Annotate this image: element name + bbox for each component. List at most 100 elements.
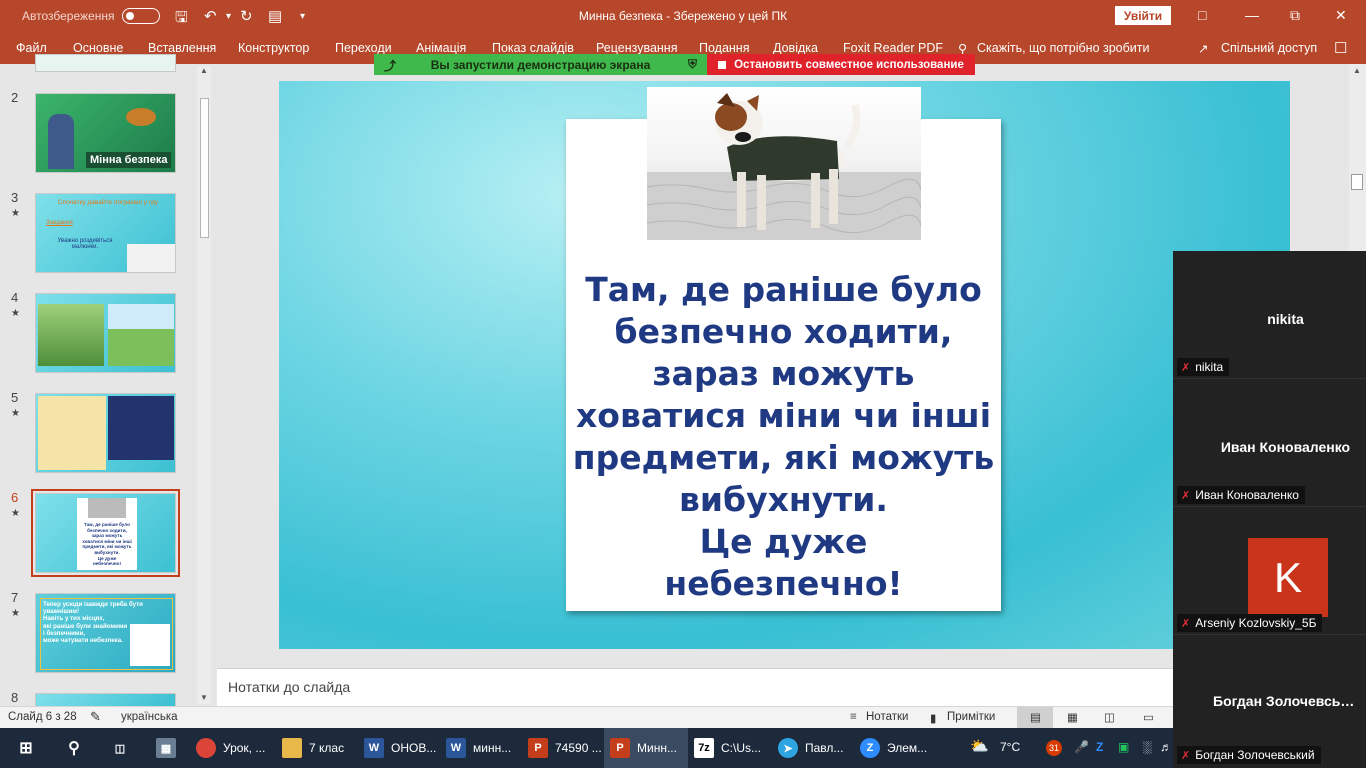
network-icon[interactable]: ░ — [1143, 740, 1152, 754]
slide-text-line: зараз можуть — [652, 354, 915, 393]
taskbar-powerpoint-2[interactable]: P Минн... — [604, 728, 688, 768]
slide-thumbnail-3[interactable]: Спочатку давайте пограємо у гру Завдання… — [35, 193, 176, 273]
taskbar-chrome[interactable]: Урок, ... — [190, 728, 271, 768]
slide-body-text[interactable]: Там, де раніше було безпечно ходити, зар… — [566, 269, 1001, 605]
tab-review[interactable]: Рецензування — [596, 41, 677, 55]
animation-star-icon: ★ — [11, 308, 20, 319]
scrollbar-thumb[interactable] — [200, 98, 209, 238]
maximize-icon[interactable]: ⧉ — [1290, 7, 1300, 24]
tab-view[interactable]: Подання — [699, 41, 749, 55]
participant-label: ✗ Arseniy Kozlovskiy_5Б — [1177, 614, 1323, 632]
taskbar-7zip[interactable]: 7z C:\Us... — [688, 728, 767, 768]
calculator-icon: ▦ — [156, 738, 176, 758]
thumbnail-caption: Мінна безпека — [86, 152, 172, 168]
comments-toggle[interactable]: Примітки — [947, 711, 995, 723]
chevron-down-icon[interactable]: ▾ — [226, 11, 231, 22]
tell-me-search[interactable]: Скажіть, що потрібно зробити — [977, 41, 1150, 55]
powerpoint-icon: P — [610, 738, 630, 758]
tab-transitions[interactable]: Переходи — [335, 41, 392, 55]
temperature[interactable]: 7°C — [1000, 740, 1020, 754]
app-tray-icon[interactable]: ▣ — [1118, 740, 1129, 754]
redo-icon[interactable]: ↻ — [240, 7, 253, 25]
zoom-tray-icon[interactable]: Z — [1096, 740, 1103, 754]
language-indicator[interactable]: українська — [121, 711, 178, 723]
minimize-icon[interactable]: — — [1245, 7, 1259, 23]
slide-thumbnail-7[interactable]: Тепер усюди ізавжди треба бути уважнішим… — [35, 593, 176, 673]
slide-counter: Слайд 6 з 28 — [8, 711, 77, 723]
notes-placeholder: Нотатки до слайда — [228, 679, 351, 695]
windows-icon: ⊞ — [19, 740, 33, 757]
undo-icon[interactable]: ↶ — [204, 7, 217, 25]
slide-thumbnail-4[interactable] — [35, 293, 176, 373]
volume-icon[interactable]: ♬ — [1160, 740, 1172, 754]
customize-toolbar-icon[interactable]: ▾ — [300, 11, 305, 22]
tab-insert[interactable]: Вставлення — [148, 41, 216, 55]
slide-canvas[interactable]: Там, де раніше було безпечно ходити, зар… — [279, 81, 1290, 649]
slide-thumbnail-1[interactable] — [35, 54, 176, 72]
scrollbar-thumb[interactable] — [1351, 174, 1363, 190]
scroll-up-icon[interactable]: ▲ — [200, 66, 208, 75]
thumbnail-scrollbar[interactable]: ▲ ▼ — [197, 66, 211, 704]
tab-animations[interactable]: Анімація — [416, 41, 466, 55]
taskbar-word-1[interactable]: W ОНОВ... — [358, 728, 442, 768]
thumbnail-number: 5 — [11, 390, 19, 405]
participant-tile[interactable]: nikita ✗ nikita — [1173, 251, 1366, 379]
participant-name: Богдан Золочевський — [1213, 693, 1365, 709]
taskbar-zoom[interactable]: Z Элем... — [854, 728, 933, 768]
comment-icon[interactable]: ▮ — [930, 711, 936, 725]
start-button[interactable]: ⊞ — [10, 728, 42, 768]
tab-home[interactable]: Основне — [73, 41, 123, 55]
tab-foxit[interactable]: Foxit Reader PDF — [843, 41, 943, 55]
slide-sorter-icon[interactable]: ▦ — [1067, 710, 1078, 724]
stop-sharing-button[interactable]: Остановить совместное использование — [707, 54, 975, 75]
ribbon-options-icon[interactable]: □ — [1198, 7, 1206, 23]
signin-button[interactable]: Увійти — [1115, 6, 1171, 25]
microphone-icon[interactable]: 🎤 — [1074, 740, 1089, 754]
scroll-up-icon[interactable]: ▲ — [1353, 66, 1361, 75]
pin-icon[interactable]: ⤴ — [384, 57, 396, 74]
close-icon[interactable]: ✕ — [1335, 7, 1347, 24]
stop-icon — [718, 60, 727, 69]
tab-slideshow[interactable]: Показ слайдів — [492, 41, 574, 55]
taskbar-word-2[interactable]: Wминн... — [440, 728, 517, 768]
slideshow-icon[interactable]: ▤ — [268, 7, 282, 25]
taskbar-folder[interactable]: 7 клас — [276, 728, 350, 768]
spellcheck-icon[interactable]: ✎ — [90, 709, 101, 725]
participant-tile[interactable]: K ✗ Arseniy Kozlovskiy_5Б — [1173, 507, 1366, 635]
participant-tile[interactable]: Иван Коноваленко ✗ Иван Коноваленко — [1173, 379, 1366, 507]
taskbar-telegram[interactable]: ➤ Павл... — [772, 728, 849, 768]
tab-design[interactable]: Конструктор — [238, 41, 309, 55]
taskbar-powerpoint-1[interactable]: P 74590 ... — [522, 728, 608, 768]
notes-icon[interactable]: ≡ — [850, 711, 857, 723]
search-button[interactable]: ⚲ — [58, 728, 90, 768]
reading-view-icon[interactable]: ◫ — [1104, 710, 1115, 724]
slideshow-view-icon[interactable]: ▭ — [1143, 710, 1154, 724]
autosave-toggle[interactable] — [122, 8, 160, 24]
slide-thumbnail-8[interactable] — [35, 693, 176, 707]
tab-help[interactable]: Довідка — [773, 41, 818, 55]
comment-icon[interactable]: ☐ — [1334, 39, 1347, 57]
tab-file[interactable]: Файл — [16, 41, 47, 55]
slide-thumbnail-5[interactable] — [35, 393, 176, 473]
slide-thumbnail-2[interactable]: Мінна безпека — [35, 93, 176, 173]
mine-illustration — [126, 108, 156, 126]
folder-icon — [282, 738, 302, 758]
poster-left — [38, 396, 106, 470]
word-icon: W — [446, 738, 466, 758]
participant-tile[interactable]: Богдан Золочевський ✗ Богдан Золочевський — [1173, 635, 1366, 768]
save-icon[interactable]: 🖫 — [175, 7, 188, 32]
scroll-down-icon[interactable]: ▼ — [200, 693, 208, 702]
notes-toggle[interactable]: Нотатки — [866, 711, 908, 723]
animation-star-icon: ★ — [11, 608, 20, 619]
thumbnail-text: Уважно роздивіться малюнки. — [57, 238, 113, 250]
screen-share-text: Вы запустили демонстрацию экрана — [430, 57, 651, 72]
shield-icon: ⛨ — [687, 57, 697, 71]
calendar-badge[interactable]: 31 — [1046, 740, 1062, 756]
thumbnail-text: Спочатку давайте пограємо у гру — [57, 199, 158, 206]
text-card[interactable]: Там, де раніше було безпечно ходити, зар… — [566, 87, 1001, 611]
calculator-button[interactable]: ▦ — [150, 728, 182, 768]
task-view-button[interactable]: ◫ — [104, 728, 136, 768]
slide-thumbnail-6[interactable]: Там, де раніше було безпечно ходити, зараз… — [31, 489, 180, 577]
weather-icon[interactable]: ⛅ — [970, 737, 989, 755]
share-button[interactable]: Спільний доступ — [1221, 41, 1317, 55]
